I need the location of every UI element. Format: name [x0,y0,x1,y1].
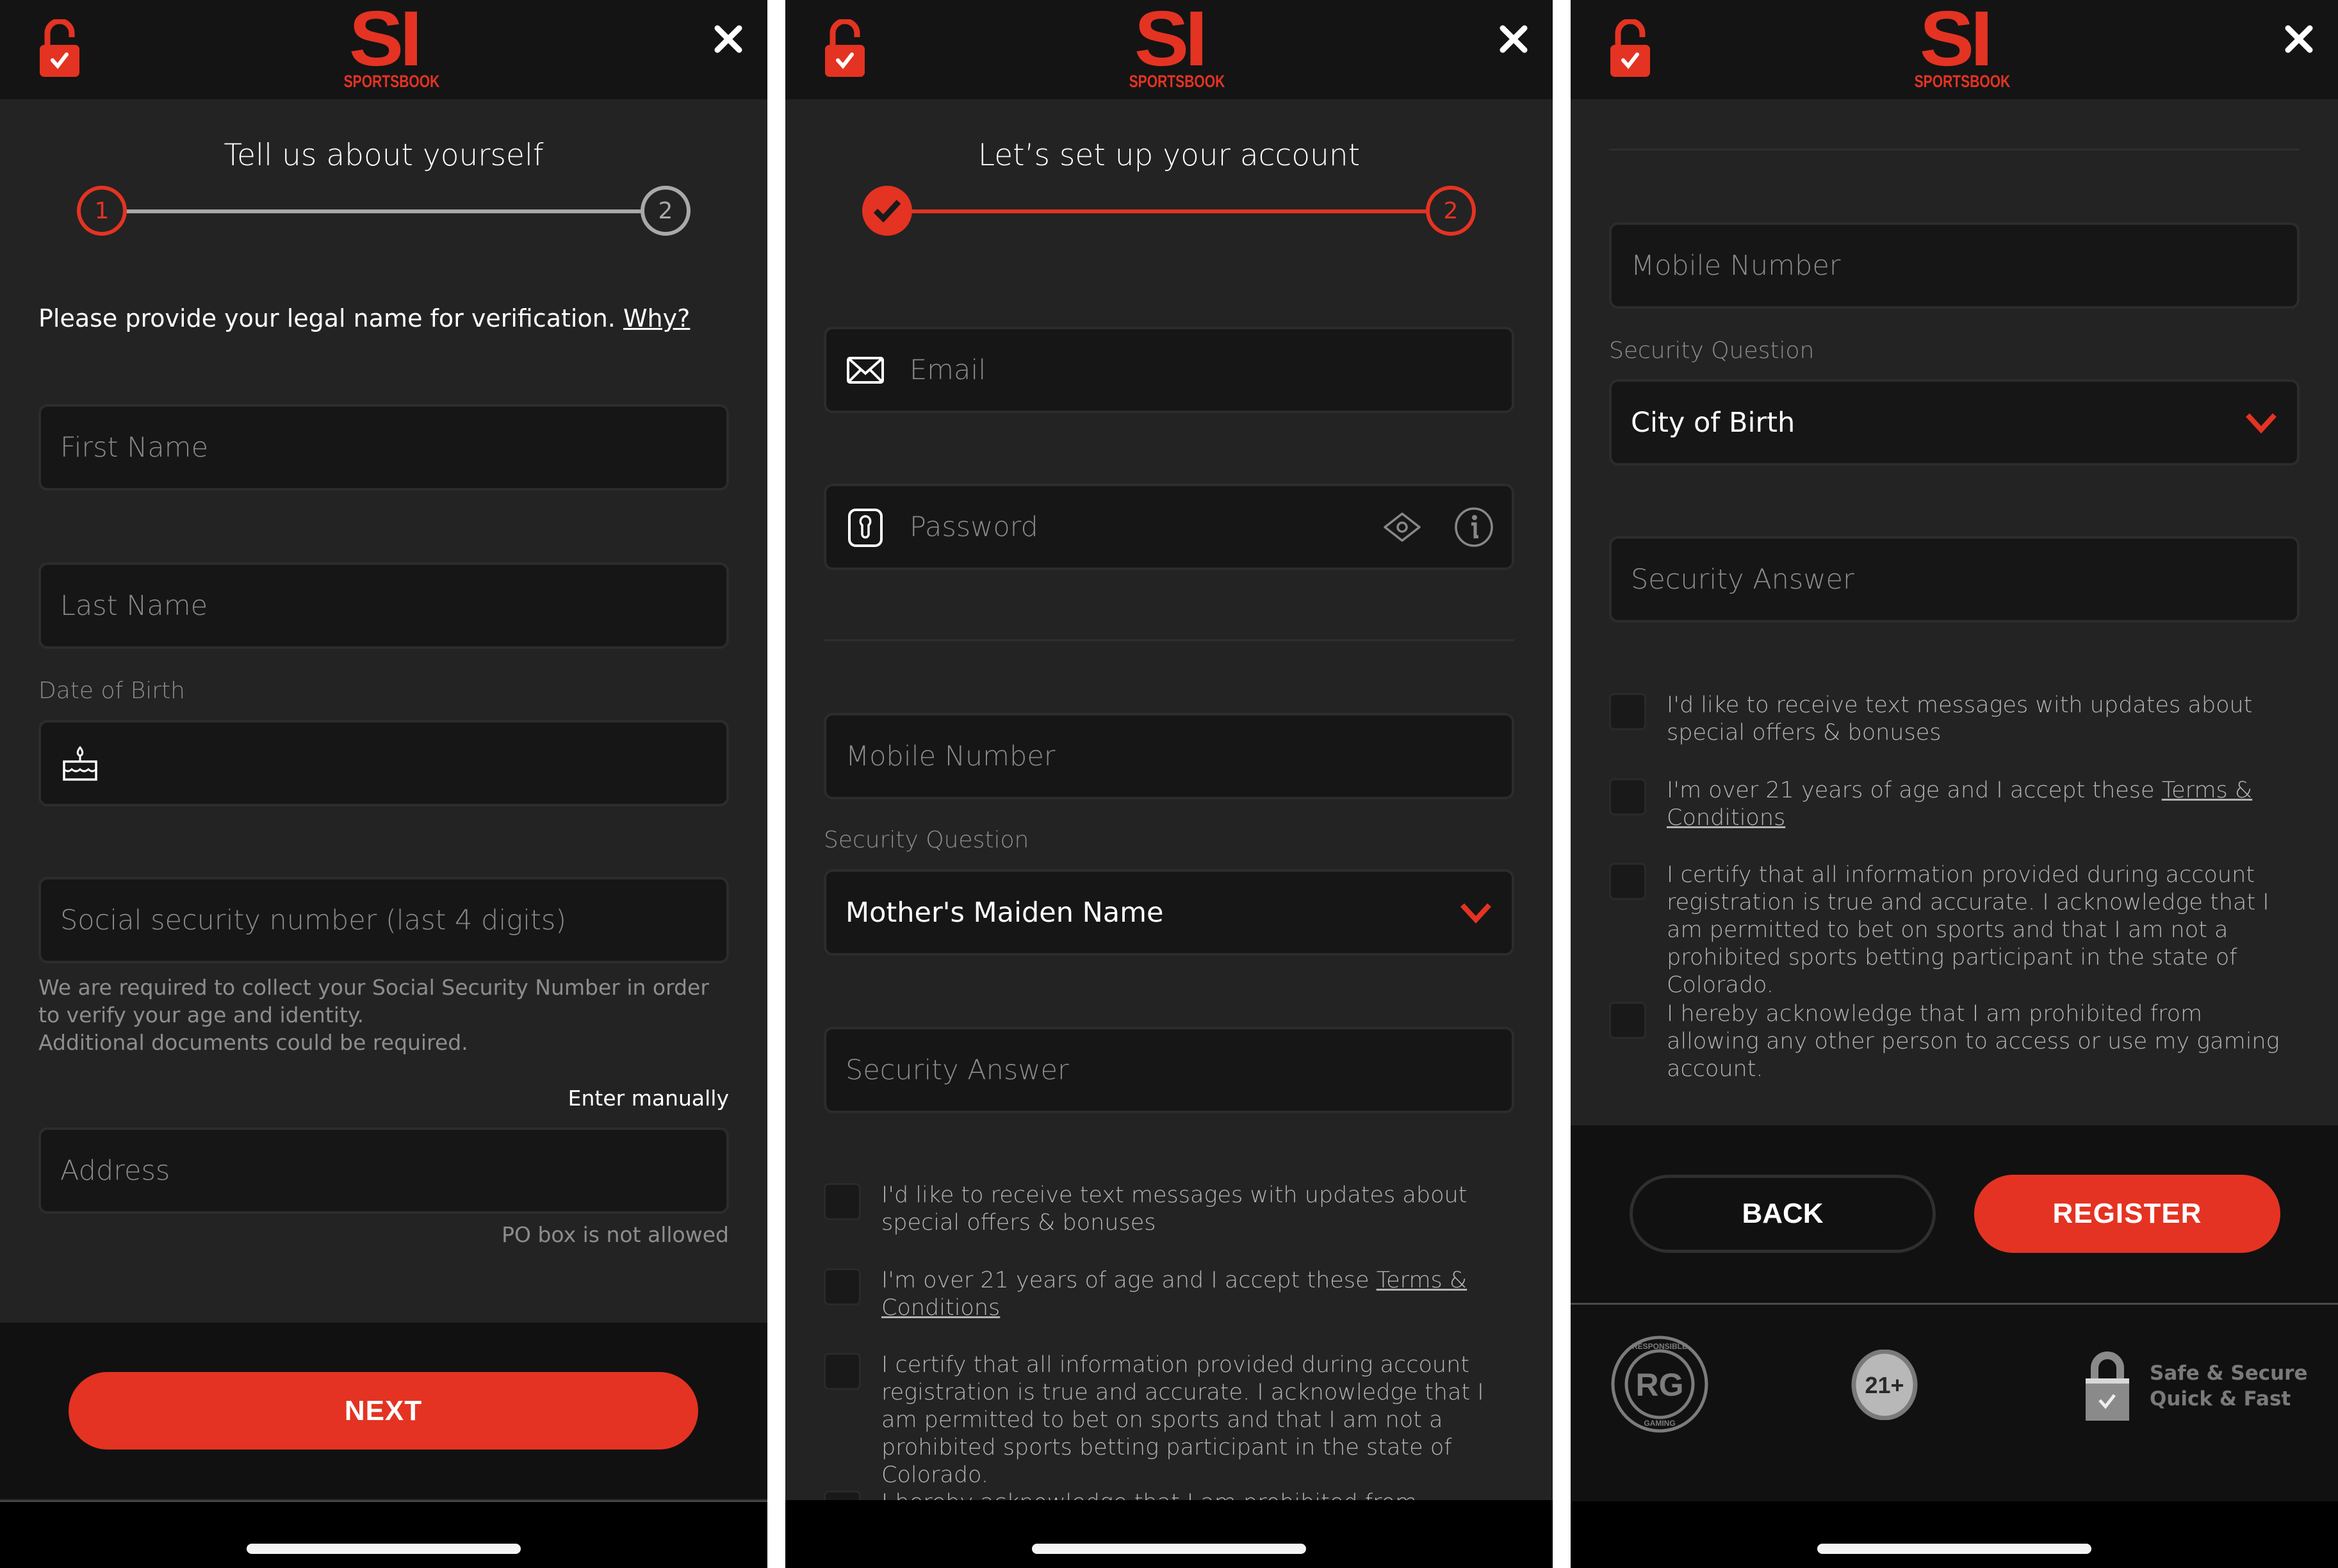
step-1-indicator: 1 [77,186,127,236]
stepper-line [888,209,1450,213]
close-icon[interactable] [1498,23,1530,55]
si-sportsbook-logo: SI SPORTSBOOK [343,0,440,91]
ssn-input[interactable]: Social security number (last 4 digits) [38,877,729,963]
mobile-number-input[interactable]: Mobile Number [824,713,1514,799]
security-question-select[interactable]: Mother's Maiden Name [824,869,1514,956]
checkbox-terms[interactable]: I'm over 21 years of age and I accept th… [824,1267,1514,1322]
security-answer-input[interactable]: Security Answer [824,1027,1514,1113]
legal-name-instruction: Please provide your legal name for verif… [38,304,691,332]
secure-lock-icon [1610,19,1650,77]
age-21-plus-badge-icon: 21+ [1851,1350,1918,1420]
envelope-icon [847,356,884,384]
si-sportsbook-logo: SI SPORTSBOOK [1914,0,2011,91]
show-password-eye-icon[interactable] [1382,511,1422,543]
close-icon[interactable] [2283,23,2315,55]
step-2-indicator: 2 [1426,186,1476,236]
safe-secure-text: Safe & Secure Quick & Fast [2150,1362,2308,1410]
dob-label: Date of Birth [38,678,185,704]
close-icon[interactable] [712,23,744,55]
enter-manually-link[interactable]: Enter manually [568,1086,729,1111]
footer-divider [1571,1303,2338,1305]
checkbox[interactable] [824,1183,861,1220]
why-link[interactable]: Why? [623,304,690,332]
responsible-gaming-badge-icon: RG RESPONSIBLE GAMING [1611,1335,1708,1433]
checkbox[interactable] [824,1268,861,1305]
email-input[interactable]: Email [824,327,1514,413]
progress-stepper: 2 [862,186,1476,237]
security-question-label: Security Question [1609,338,1815,364]
first-name-input[interactable]: First Name [38,404,729,491]
age-21-text: 21+ [1865,1372,1904,1398]
next-button[interactable]: NEXT [69,1372,698,1450]
password-info-icon[interactable] [1454,507,1494,548]
address-input[interactable]: Address [38,1127,729,1214]
last-name-input[interactable]: Last Name [38,562,729,649]
progress-stepper: 1 2 [77,186,691,237]
checkbox-text-offers[interactable]: I'd like to receive text messages with u… [824,1182,1514,1237]
home-indicator-bar [0,1500,767,1568]
app-header: SI SPORTSBOOK [1571,0,2338,99]
checkbox[interactable] [1609,693,1646,730]
chevron-down-icon [1460,902,1491,924]
home-indicator[interactable] [1817,1544,2091,1554]
checkbox-account-access[interactable]: I hereby acknowledge that I am prohibite… [1609,1000,2300,1083]
mobile-number-input[interactable]: Mobile Number [1609,222,2300,309]
app-header: SI SPORTSBOOK [0,0,767,99]
rg-ring-bottom-text: GAMING [1644,1419,1675,1428]
step-2-indicator: 2 [641,186,691,236]
keyhole-icon [848,508,883,547]
secure-lock-icon [825,19,865,77]
checkbox-certify[interactable]: I certify that all information provided … [1609,862,2300,999]
screen-personal-info: SI SPORTSBOOK Tell us about yourself 1 2… [0,0,767,1568]
page-title: Tell us about yourself [224,138,544,173]
back-button[interactable]: BACK [1630,1175,1936,1253]
home-indicator[interactable] [1032,1544,1306,1554]
security-question-select[interactable]: City of Birth [1609,379,2300,466]
footer-actions: NEXT [0,1323,767,1499]
checkbox-terms[interactable]: I'm over 21 years of age and I accept th… [1609,777,2300,832]
home-indicator-bar [785,1500,1553,1568]
screen-account-setup-scrolled: SI SPORTSBOOK Mobile Number Security Que… [1571,0,2338,1568]
register-button[interactable]: REGISTER [1974,1175,2280,1253]
footer-actions: BACK REGISTER RG RESPONSIBLE GAMING 21+ … [1571,1125,2338,1503]
checkbox[interactable] [1609,778,1646,815]
security-question-label: Security Question [824,827,1029,853]
birthday-cake-icon [63,746,97,781]
page-title: Let’s set up your account [977,138,1361,173]
checkbox[interactable] [824,1353,861,1390]
rg-text: RG [1636,1367,1684,1403]
checkbox-text-offers[interactable]: I'd like to receive text messages with u… [1609,692,2300,747]
section-divider [1609,149,2300,151]
checkmark-icon [873,199,901,222]
screen-account-setup: SI SPORTSBOOK Let’s set up your account … [785,0,1553,1568]
password-input[interactable]: Password [824,484,1514,570]
po-box-note: PO box is not allowed [502,1222,729,1247]
rg-ring-top-text: RESPONSIBLE [1632,1342,1687,1351]
checkbox-certify[interactable]: I certify that all information provided … [824,1352,1514,1489]
step-1-complete [862,186,912,236]
checkbox[interactable] [1609,863,1646,900]
home-indicator-bar [1571,1501,2338,1568]
chevron-down-icon [2246,412,2277,434]
security-answer-input[interactable]: Security Answer [1609,536,2300,623]
home-indicator[interactable] [247,1544,521,1554]
section-divider [824,639,1514,641]
padlock-secure-icon [2086,1352,2129,1421]
date-of-birth-input[interactable] [38,720,729,806]
app-header: SI SPORTSBOOK [785,0,1553,99]
stepper-line [102,209,665,213]
checkbox[interactable] [1609,1002,1646,1039]
si-sportsbook-logo: SI SPORTSBOOK [1129,0,1225,91]
ssn-helper-text: We are required to collect your Social S… [38,975,709,1055]
secure-lock-icon [40,19,79,77]
